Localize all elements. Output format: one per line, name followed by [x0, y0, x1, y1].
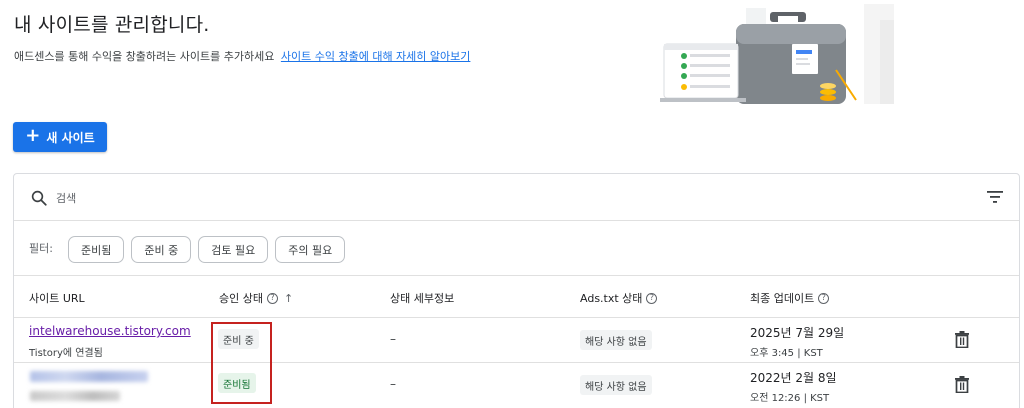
page-subtitle: 애드센스를 통해 수익을 창출하려는 사이트를 추가하세요 사이트 수익 창출에… — [14, 48, 470, 64]
column-label: 최종 업데이트 — [750, 292, 815, 305]
delete-icon[interactable] — [955, 331, 969, 348]
new-site-label: 새 사이트 — [46, 130, 95, 145]
status-highlight-box — [211, 322, 272, 404]
subtitle-text: 애드센스를 통해 수익을 창출하려는 사이트를 추가하세요 — [14, 50, 275, 63]
status-detail: – — [390, 377, 396, 391]
briefcase-illustration — [660, 4, 894, 104]
plus-icon: + — [25, 125, 41, 146]
column-label: 승인 상태 — [219, 292, 263, 305]
filter-chip-ready[interactable]: 준비됨 — [68, 236, 125, 263]
column-last-updated[interactable]: 최종 업데이트 ? — [750, 290, 830, 306]
delete-icon[interactable] — [955, 376, 969, 393]
last-updated-time: 오후 3:45 | KST — [750, 348, 823, 359]
table-row: 준비됨 – 해당 사항 없음 2022년 2월 8일 오전 12:26 | KS… — [14, 363, 1019, 408]
filter-chips: 준비됨 준비 중 검토 필요 주의 필요 — [68, 236, 346, 263]
filter-label: 필터: — [29, 242, 53, 255]
last-updated-time: 오전 12:26 | KST — [750, 393, 830, 404]
site-url-link[interactable]: intelwarehouse.tistory.com — [29, 324, 191, 338]
column-site-url[interactable]: 사이트 URL — [29, 290, 85, 306]
column-label: 사이트 URL — [29, 292, 85, 305]
column-label: Ads.txt 상태 — [580, 292, 643, 305]
page-title: 내 사이트를 관리합니다. — [14, 14, 210, 36]
column-label: 상태 세부정보 — [390, 292, 455, 305]
redacted-site-connection — [30, 391, 120, 401]
table-row: intelwarehouse.tistory.com Tistory에 연결됨 … — [14, 318, 1019, 363]
redacted-site-url[interactable] — [30, 371, 148, 382]
column-approval-status[interactable]: 승인 상태 ? ↑ — [219, 290, 293, 306]
learn-more-link[interactable]: 사이트 수익 창출에 대해 자세히 알아보기 — [281, 50, 471, 63]
filter-chip-in-progress[interactable]: 준비 중 — [131, 236, 192, 263]
table-header: 사이트 URL 승인 상태 ? ↑ 상태 세부정보 Ads.txt 상태 ? 최… — [14, 276, 1019, 318]
new-site-button[interactable]: + 새 사이트 — [13, 122, 107, 152]
sort-ascending-icon[interactable]: ↑ — [284, 292, 293, 305]
filter-chip-needs-attention[interactable]: 주의 필요 — [275, 236, 346, 263]
ads-txt-badge: 해당 사항 없음 — [580, 375, 652, 395]
site-connection-text: Tistory에 연결됨 — [29, 348, 103, 359]
help-icon[interactable]: ? — [266, 292, 278, 304]
filter-chip-needs-review[interactable]: 검토 필요 — [198, 236, 269, 263]
help-icon[interactable]: ? — [646, 292, 658, 304]
help-icon[interactable]: ? — [818, 292, 830, 304]
status-detail: – — [390, 332, 396, 346]
column-ads-txt-status[interactable]: Ads.txt 상태 ? — [580, 290, 658, 306]
filter-list-icon[interactable] — [987, 190, 1003, 204]
last-updated-date: 2022년 2월 8일 — [750, 371, 837, 385]
ads-txt-badge: 해당 사항 없음 — [580, 330, 652, 350]
sites-table-card: 필터: 준비됨 준비 중 검토 필요 주의 필요 사이트 URL 승인 상태 ?… — [13, 173, 1020, 408]
column-status-details[interactable]: 상태 세부정보 — [390, 290, 454, 306]
search-bar — [14, 174, 1019, 221]
last-updated-date: 2025년 7월 29일 — [750, 326, 845, 340]
search-input[interactable] — [56, 186, 356, 210]
filter-bar: 필터: 준비됨 준비 중 검토 필요 주의 필요 — [14, 221, 1019, 276]
search-icon — [31, 190, 47, 206]
